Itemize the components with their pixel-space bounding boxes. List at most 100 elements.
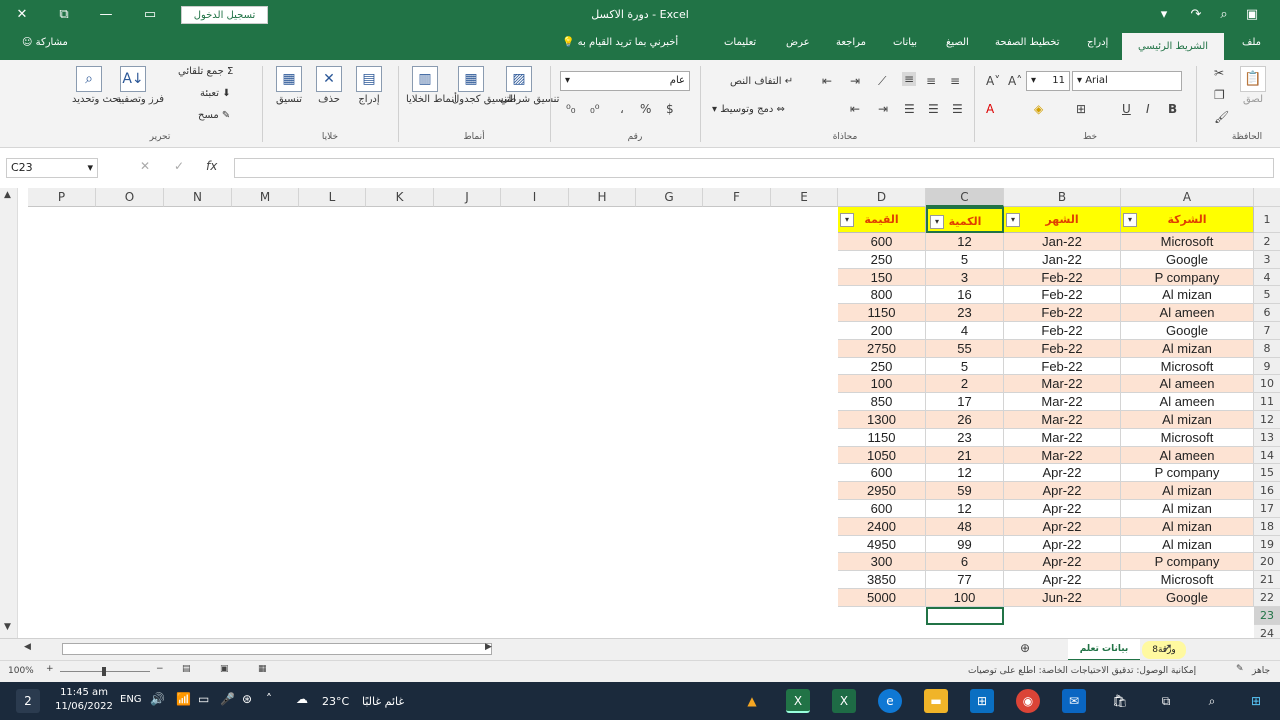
table-cell[interactable]: 5 [926, 357, 1004, 376]
table-cell[interactable]: Apr-22 [1004, 464, 1121, 483]
table-cell[interactable]: 5000 [838, 589, 926, 607]
column-header-A[interactable]: A [1121, 188, 1254, 207]
table-cell[interactable]: 250 [838, 250, 926, 269]
italic-button[interactable]: I [1146, 102, 1150, 116]
table-cell[interactable]: Al ameen [1121, 375, 1254, 394]
tab-home[interactable]: الشريط الرئيسي [1122, 33, 1224, 60]
table-cell[interactable]: 26 [926, 411, 1004, 429]
row-header[interactable]: 6 [1254, 304, 1280, 322]
language-indicator[interactable]: ENG [120, 694, 142, 705]
sign-in-button[interactable]: تسجيل الدخول [181, 6, 268, 24]
paste-button[interactable]: 📋 لصق [1238, 66, 1268, 105]
table-cell[interactable]: P company [1121, 464, 1254, 483]
column-header-O[interactable]: O [96, 188, 164, 207]
table-cell[interactable]: Apr-22 [1004, 482, 1121, 500]
table-cell[interactable]: Jun-22 [1004, 589, 1121, 607]
table-cell[interactable]: Google [1121, 322, 1254, 340]
horizontal-scrollbar[interactable] [62, 643, 492, 655]
page-break-view-icon[interactable]: ▤ [182, 664, 191, 674]
align-left-icon[interactable]: ☰ [952, 102, 963, 116]
location-icon[interactable]: ⊛ [242, 692, 252, 706]
table-cell[interactable]: Apr-22 [1004, 517, 1121, 536]
underline-button[interactable]: U [1122, 102, 1131, 116]
table-cell[interactable]: Google [1121, 250, 1254, 269]
save-icon[interactable]: ▣ [1242, 5, 1262, 25]
autosum-button[interactable]: جمع تلقائي Σ [178, 66, 233, 77]
table-cell[interactable]: 17 [926, 393, 1004, 411]
scroll-down-icon[interactable]: ▼ [4, 622, 11, 632]
table-cell[interactable]: Microsoft [1121, 357, 1254, 376]
chevron-up-icon[interactable]: ˄ [266, 692, 272, 706]
row-header[interactable]: 24 [1254, 624, 1280, 638]
row-header[interactable]: 13 [1254, 428, 1280, 447]
column-header-M[interactable]: M [232, 188, 299, 207]
minimize-icon[interactable]: — [96, 5, 116, 25]
store-icon[interactable]: ⊞ [970, 689, 994, 713]
tab-data[interactable]: بيانات [893, 37, 917, 48]
normal-view-icon[interactable]: ▦ [258, 664, 267, 674]
column-header-H[interactable]: H [569, 188, 636, 207]
close-icon[interactable]: ✕ [12, 5, 32, 25]
currency-icon[interactable]: $ [666, 102, 674, 116]
zoom-level[interactable]: 100% [8, 666, 34, 676]
cancel-icon[interactable]: ✕ [140, 159, 150, 173]
align-bottom-icon[interactable]: ≡ [950, 74, 960, 88]
row-header[interactable]: 16 [1254, 482, 1280, 500]
zoom-in-icon[interactable]: − [156, 664, 164, 674]
print-preview-icon[interactable]: ⌕ [1214, 5, 1234, 25]
find-select-button[interactable]: ⌕ بحث وتحديد [72, 66, 122, 105]
table-cell[interactable]: 1050 [838, 446, 926, 465]
weather-description[interactable]: غائم غالبًا [362, 695, 404, 708]
zoom-slider-thumb[interactable] [102, 667, 106, 676]
table-cell[interactable]: 100 [926, 589, 1004, 607]
redo-icon[interactable]: ↷ [1186, 5, 1206, 25]
insert-function-button[interactable]: fx [206, 159, 217, 173]
table-cell[interactable]: Feb-22 [1004, 304, 1121, 322]
scroll-left-icon[interactable]: ◀ [24, 642, 31, 652]
wifi-icon[interactable]: 📶 [176, 692, 191, 706]
table-cell[interactable]: 600 [838, 464, 926, 483]
format-as-table-button[interactable]: ▦ التنسيق كجدول [452, 66, 516, 105]
comma-style-button[interactable]: ، [620, 102, 624, 116]
table-cell[interactable]: Mar-22 [1004, 411, 1121, 429]
table-cell[interactable]: 6 [926, 553, 1004, 572]
column-header-E[interactable]: E [771, 188, 838, 207]
table-cell[interactable]: Al ameen [1121, 393, 1254, 411]
filter-dropdown-icon[interactable]: ▾ [1006, 213, 1020, 227]
tab-insert[interactable]: إدراج [1087, 37, 1108, 48]
table-cell[interactable]: Feb-22 [1004, 268, 1121, 287]
windows-start-icon[interactable]: ⊞ [1244, 689, 1268, 713]
row-header[interactable]: 10 [1254, 375, 1280, 394]
clear-button[interactable]: مسح ✎ [198, 110, 230, 121]
row-header[interactable]: 5 [1254, 286, 1280, 305]
table-header-cell[interactable]: ▾ الشركة [1121, 207, 1254, 233]
table-cell[interactable]: P company [1121, 553, 1254, 572]
column-header-N[interactable]: N [164, 188, 232, 207]
column-header-F[interactable]: F [703, 188, 771, 207]
table-cell[interactable]: Al mizan [1121, 517, 1254, 536]
font-size-select[interactable]: ▾ 11 [1026, 71, 1070, 91]
table-cell[interactable]: 77 [926, 571, 1004, 589]
table-cell[interactable]: 16 [926, 286, 1004, 305]
table-cell[interactable]: Google [1121, 589, 1254, 607]
filter-dropdown-icon[interactable]: ▾ [930, 215, 944, 229]
share-button[interactable]: ☺ مشاركة [22, 37, 68, 48]
tell-me-search[interactable]: 💡 أخبرني بما تريد القيام به [562, 37, 678, 48]
row-header[interactable]: 15 [1254, 464, 1280, 483]
customize-toolbar-icon[interactable]: ▾ [1154, 5, 1174, 25]
table-cell[interactable]: 99 [926, 535, 1004, 554]
table-cell[interactable]: 2950 [838, 482, 926, 500]
worksheet-grid[interactable]: ▲ ▼ PONMLKJIHGFEDCBA ▾ الشركة ▾ الشهر ▾ الكمي… [0, 188, 1280, 638]
vertical-scrollbar[interactable]: ▲ ▼ [0, 188, 18, 638]
row-header[interactable]: 4 [1254, 268, 1280, 287]
zoom-out-icon[interactable]: + [46, 664, 54, 674]
sort-filter-button[interactable]: A↓ فرز وتصفية [116, 66, 164, 105]
table-cell[interactable]: 600 [838, 500, 926, 518]
table-header-cell[interactable]: ▾ الشهر [1004, 207, 1121, 233]
table-cell[interactable]: Microsoft [1121, 233, 1254, 251]
row-header[interactable]: 7 [1254, 322, 1280, 340]
table-cell[interactable]: Al mizan [1121, 286, 1254, 305]
table-cell[interactable]: Microsoft [1121, 428, 1254, 447]
table-cell[interactable]: Mar-22 [1004, 393, 1121, 411]
column-header-G[interactable]: G [636, 188, 703, 207]
